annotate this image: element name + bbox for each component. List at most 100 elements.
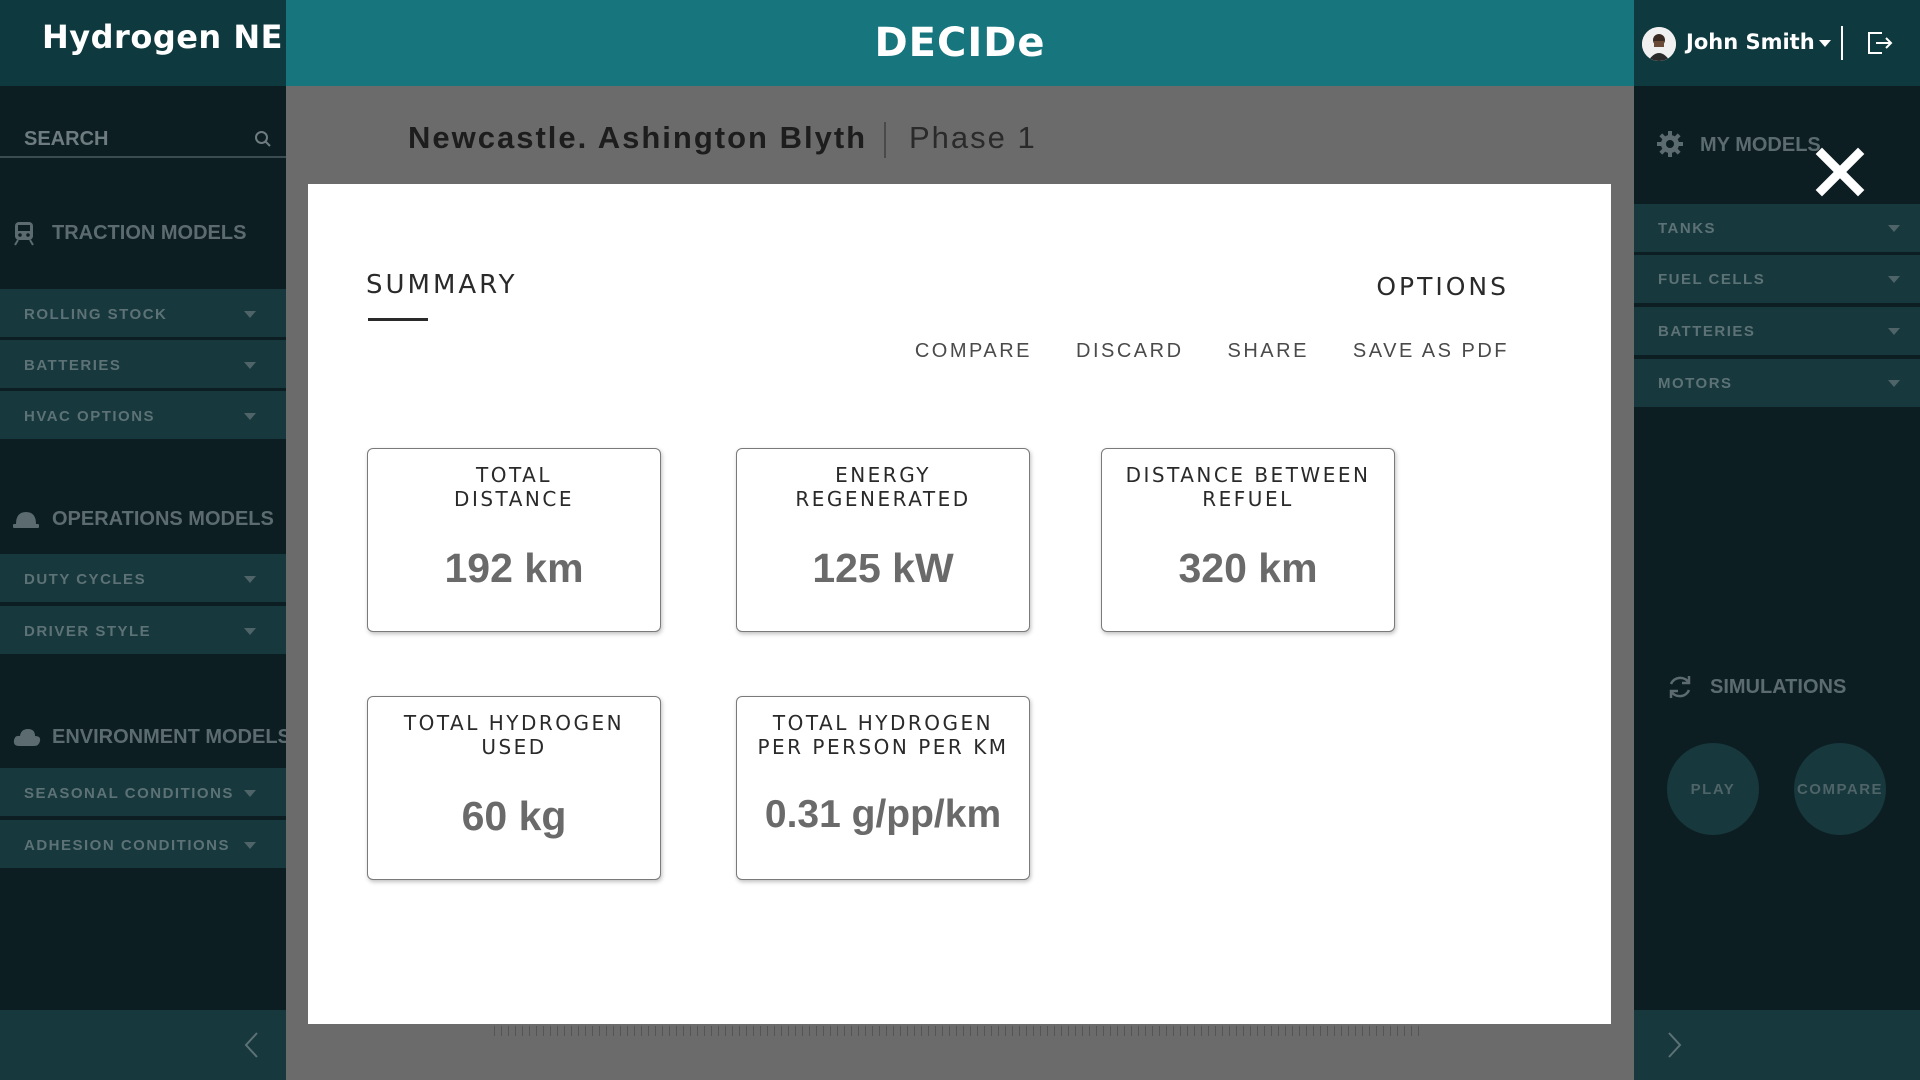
stat-label: TOTAL DISTANCE (368, 463, 660, 511)
chevron-down-icon (244, 311, 256, 318)
user-name: John Smith (1686, 30, 1815, 54)
stat-label: ENERGY REGENERATED (737, 463, 1029, 511)
search-label: SEARCH (24, 128, 109, 150)
stat-label-line: REFUEL (1202, 487, 1294, 511)
chevron-down-icon (244, 628, 256, 635)
menu-item-adhesion-conditions[interactable]: ADHESION CONDITIONS (0, 820, 286, 870)
chevron-down-icon (244, 842, 256, 849)
brand-area: Hydrogen NE (0, 0, 286, 86)
chevron-right-icon[interactable] (1664, 1030, 1684, 1060)
menu-item-batteries-right[interactable]: BATTERIES (1634, 307, 1920, 357)
refresh-icon (1666, 673, 1694, 701)
phase-label: Phase 1 (909, 120, 1037, 155)
chevron-down-icon (244, 413, 256, 420)
divider (1841, 26, 1843, 60)
train-icon (12, 220, 38, 246)
stat-card-energy-regenerated: ENERGY REGENERATED 125 kW (736, 448, 1030, 632)
stat-label-line: REGENERATED (795, 487, 971, 511)
menu-item-tanks[interactable]: TANKS (1634, 204, 1920, 254)
stat-label-line: TOTAL HYDROGEN (403, 711, 625, 735)
options-label: OPTIONS (1376, 272, 1509, 301)
simulations-label: SIMULATIONS (1710, 676, 1847, 698)
stat-card-distance-between-refuel: DISTANCE BETWEEN REFUEL 320 km (1101, 448, 1395, 632)
chevron-down-icon (1888, 328, 1900, 335)
divider (884, 122, 886, 158)
menu-item-seasonal-conditions[interactable]: SEASONAL CONDITIONS (0, 768, 286, 818)
menu-item-hvac-options[interactable]: HVAC OPTIONS (0, 391, 286, 441)
chevron-left-icon[interactable] (242, 1030, 262, 1060)
menu-item-motors[interactable]: MOTORS (1634, 359, 1920, 409)
save-as-pdf-button[interactable]: SAVE AS PDF (1353, 340, 1509, 363)
chevron-down-icon (244, 362, 256, 369)
menu-item-rolling-stock[interactable]: ROLLING STOCK (0, 289, 286, 339)
project-title: Newcastle. Ashington Blyth (408, 120, 868, 155)
search-icon[interactable] (254, 130, 272, 148)
my-models-label: MY MODELS (1700, 134, 1821, 156)
menu-item-label: DRIVER STYLE (24, 623, 152, 640)
share-button[interactable]: SHARE (1228, 340, 1309, 363)
menu-item-fuel-cells[interactable]: FUEL CELLS (1634, 255, 1920, 305)
stat-label: TOTAL HYDROGEN PER PERSON PER KM (737, 711, 1029, 759)
stat-label-line: ENERGY (835, 463, 931, 487)
top-header (0, 0, 1920, 86)
section-environment-models: ENVIRONMENT MODELS (0, 716, 291, 756)
menu-item-driver-style[interactable]: DRIVER STYLE (0, 606, 286, 656)
menu-item-label: TANKS (1658, 220, 1717, 237)
chevron-down-icon (1888, 276, 1900, 283)
section-title: ENVIRONMENT MODELS (52, 726, 291, 748)
chevron-down-icon (1818, 39, 1831, 47)
stat-label-line: USED (481, 735, 547, 759)
avatar[interactable] (1642, 27, 1676, 61)
chevron-down-icon (244, 790, 256, 797)
cloud-icon (12, 724, 41, 750)
menu-item-label: DUTY CYCLES (24, 571, 147, 588)
gear-icon (1656, 130, 1684, 158)
section-operations-models: OPERATIONS MODELS (0, 498, 286, 538)
timeline-ruler (494, 1026, 1424, 1036)
stat-card-total-hydrogen-used: TOTAL HYDROGEN USED 60 kg (367, 696, 661, 880)
menu-item-label: SEASONAL CONDITIONS (24, 785, 234, 802)
menu-item-duty-cycles[interactable]: DUTY CYCLES (0, 554, 286, 604)
play-button[interactable]: PLAY (1667, 743, 1759, 835)
chevron-down-icon (244, 576, 256, 583)
summary-modal: SUMMARY OPTIONS COMPARE DISCARD SHARE SA… (308, 184, 1611, 1024)
stat-label-line: PER PERSON PER KM (757, 735, 1009, 759)
stat-label-line: TOTAL HYDROGEN (772, 711, 994, 735)
search-input[interactable]: SEARCH (0, 122, 286, 158)
active-tab-indicator (368, 318, 428, 321)
stat-label: DISTANCE BETWEEN REFUEL (1102, 463, 1394, 511)
menu-item-label: BATTERIES (1658, 323, 1756, 340)
section-title: TRACTION MODELS (52, 222, 247, 244)
right-sidebar-footer (1634, 1010, 1920, 1080)
menu-item-label: MOTORS (1658, 375, 1733, 392)
menu-item-batteries[interactable]: BATTERIES (0, 340, 286, 390)
menu-item-label: HVAC OPTIONS (24, 408, 156, 425)
compare-button[interactable]: COMPARE (915, 340, 1032, 363)
compare-simulation-button[interactable]: COMPARE (1794, 743, 1886, 835)
chevron-down-icon (1888, 380, 1900, 387)
menu-item-label: FUEL CELLS (1658, 271, 1766, 288)
stat-value: 192 km (444, 545, 584, 591)
brand-name[interactable]: Hydrogen NE (42, 18, 283, 56)
stat-label-line: DISTANCE (454, 487, 574, 511)
stat-label-line: DISTANCE BETWEEN (1125, 463, 1371, 487)
stat-card-total-distance: TOTAL DISTANCE 192 km (367, 448, 661, 632)
close-icon[interactable] (1814, 146, 1866, 198)
options-actions: COMPARE DISCARD SHARE SAVE AS PDF (915, 340, 1509, 363)
stat-value: 0.31 g/pp/km (764, 793, 1002, 836)
menu-item-label: ADHESION CONDITIONS (24, 837, 231, 854)
user-menu[interactable]: John Smith (1686, 30, 1831, 54)
chevron-down-icon (1888, 225, 1900, 232)
tab-summary[interactable]: SUMMARY (366, 270, 517, 300)
stat-value: 320 km (1178, 545, 1318, 591)
left-sidebar: SEARCH TRACTION MODELS ROLLING STOCK BAT… (0, 86, 291, 1080)
menu-item-label: BATTERIES (24, 357, 122, 374)
discard-button[interactable]: DISCARD (1076, 340, 1184, 363)
section-title: OPERATIONS MODELS (52, 508, 274, 530)
stat-label-line: TOTAL (476, 463, 552, 487)
stat-card-hydrogen-per-person-per-km: TOTAL HYDROGEN PER PERSON PER KM 0.31 g/p… (736, 696, 1030, 880)
stat-label: TOTAL HYDROGEN USED (368, 711, 660, 759)
logout-icon[interactable] (1864, 28, 1894, 58)
section-traction-models: TRACTION MODELS (0, 212, 286, 252)
hard-hat-icon (12, 506, 39, 532)
